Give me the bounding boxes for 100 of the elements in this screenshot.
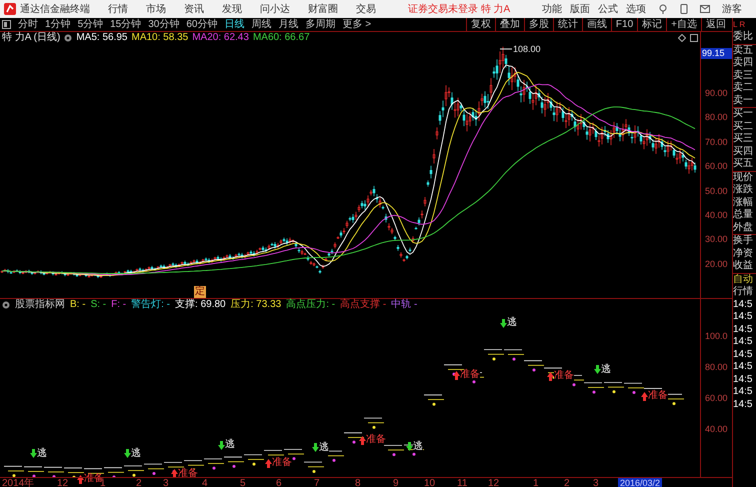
gear-icon[interactable] [2, 301, 10, 309]
escape-signal: 逃 [413, 442, 423, 452]
tool-button[interactable]: 复权 [466, 18, 495, 31]
period-tab[interactable]: 日线 [224, 17, 244, 32]
time-axis-label: 8 [355, 478, 361, 487]
quote-field-label: 卖五 [733, 44, 754, 56]
indicator-value: 支撑: 69.80 [175, 299, 226, 311]
menu-item[interactable]: 资讯 [184, 2, 204, 16]
quote-field-label: 现价 [733, 172, 754, 184]
escape-signal: 逃 [319, 442, 329, 453]
down-arrow-icon [218, 440, 225, 450]
up-arrow-icon [359, 436, 366, 445]
down-arrow-icon [500, 318, 507, 328]
indicator-value: 警告灯: - [131, 299, 170, 311]
price-axis-label: 90.00 [705, 88, 728, 98]
gear-icon[interactable] [64, 34, 72, 42]
quote-field-label: 总量 [733, 209, 754, 222]
phone-icon[interactable] [680, 4, 688, 14]
indicator-axis-label: 80.00 [705, 362, 728, 372]
menu-item[interactable]: 市场 [146, 2, 166, 16]
logo-icon [4, 3, 16, 15]
period-tab[interactable]: 多周期 [306, 17, 336, 32]
tool-button[interactable]: 画线 [582, 18, 611, 31]
time-axis-label: 9 [393, 478, 399, 487]
time-axis-label: 10 [424, 478, 436, 487]
tool-button[interactable]: 标记 [637, 18, 666, 31]
escape-signal: 逃 [131, 448, 141, 459]
panel-toggle-icon[interactable] [690, 34, 698, 42]
panel-toggle-icon[interactable] [2, 20, 11, 29]
user-label[interactable]: 游客 [722, 2, 742, 16]
period-tab[interactable]: 月线 [278, 17, 298, 32]
quote-field-label: 卖三 [733, 70, 754, 82]
quote-field-label: 买二 [733, 120, 754, 133]
quote-field-label: 涨跌 [733, 184, 754, 196]
up-arrow-icon [77, 474, 84, 484]
period-tab[interactable]: 30分钟 [148, 17, 180, 32]
app-title: 通达信金融终端 [20, 2, 90, 16]
diamond-icon[interactable] [678, 34, 686, 42]
menu-item[interactable]: 公式 [598, 2, 618, 16]
tool-button[interactable]: +自选 [666, 18, 701, 31]
menu-item[interactable]: 版面 [570, 2, 590, 16]
tool-button[interactable]: 统计 [552, 18, 582, 31]
mail-icon[interactable] [700, 5, 710, 13]
indicator-axis-label: 100.0 [705, 331, 728, 341]
period-tab[interactable]: 周线 [252, 17, 272, 32]
quote-field-label: 买五 [733, 158, 756, 172]
quote-field-label: 买四 [733, 146, 754, 158]
quote-field-label: 净资 [733, 248, 754, 260]
period-tab[interactable]: 更多 > [342, 17, 372, 32]
auto-label[interactable]: 自动 [733, 272, 756, 286]
period-tab[interactable]: 1分钟 [45, 17, 71, 32]
tool-button[interactable]: F10 [610, 18, 638, 31]
menu-item[interactable]: 功能 [542, 2, 562, 16]
quote-field-label: 委比 [733, 31, 756, 44]
up-arrow-icon [265, 458, 272, 468]
period-tab[interactable]: 5分钟 [78, 17, 104, 32]
menu-item[interactable]: 问小达 [260, 2, 290, 16]
time-axis-label: 2 [136, 478, 142, 487]
menu-item[interactable]: 行情 [108, 2, 128, 16]
time-axis-label: 3 [593, 478, 599, 487]
down-arrow-icon [312, 443, 319, 452]
quote-field-label: 涨幅 [733, 196, 754, 208]
period-tab[interactable]: 60分钟 [186, 17, 218, 32]
indicator-value: 中轨 - [391, 299, 418, 311]
menu-item[interactable]: 发现 [222, 2, 242, 16]
period-tab[interactable]: 15分钟 [110, 17, 142, 32]
tool-button[interactable]: 叠加 [494, 18, 524, 31]
trade-time: 14:5 [733, 311, 754, 324]
escape-signal: 逃 [507, 318, 517, 328]
tool-button[interactable]: 返回 [701, 18, 730, 31]
price-axis-label: 70.00 [705, 136, 728, 147]
marker-tag: 定 [194, 286, 206, 298]
prepare-signal: 准备 [554, 371, 574, 382]
indicator-value: 高点压力: - [286, 299, 336, 311]
corner-label: L R [733, 19, 746, 30]
indicator-value: S: - [90, 299, 106, 311]
prepare-signal: 准备 [366, 435, 386, 446]
quote-field-label: 收益 [733, 260, 754, 272]
up-arrow-icon [453, 370, 460, 380]
quote-field-label: 卖四 [733, 57, 754, 70]
menu-item[interactable]: 交易 [356, 2, 376, 16]
up-arrow-icon [547, 372, 554, 381]
down-arrow-icon [594, 365, 601, 374]
login-notice[interactable]: 证券交易未登录 特 力A [408, 2, 510, 16]
escape-signal: 逃 [225, 440, 235, 450]
current-price-tag: 99.15 [701, 48, 732, 59]
stock-title: 特 力A (日线) [2, 32, 60, 43]
indicator-title: 股票指标网 [15, 299, 65, 311]
escape-signal: 逃 [601, 364, 611, 375]
tool-button[interactable]: 多股 [524, 18, 553, 31]
trade-time: 14:5 [733, 374, 754, 386]
menu-item[interactable]: 财富圈 [308, 2, 338, 16]
current-date-tag: 2016/03/2 [618, 478, 662, 487]
menu-item[interactable]: 选项 [626, 2, 646, 16]
indicator-value: 压力: 73.33 [230, 299, 282, 311]
time-axis-label: 5 [240, 478, 246, 487]
period-tab[interactable]: 分时 [18, 17, 38, 32]
trade-time: 14:5 [733, 361, 754, 374]
quote-field-label: 外盘 [733, 222, 756, 235]
price-axis-label: 40.00 [705, 210, 728, 220]
